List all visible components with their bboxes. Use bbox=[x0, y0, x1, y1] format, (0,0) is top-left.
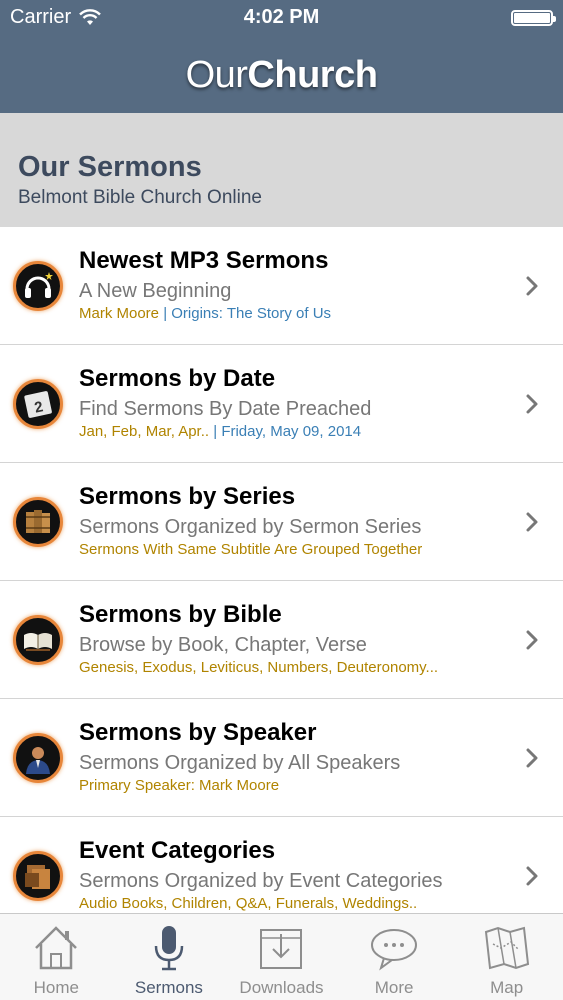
chevron-right-icon bbox=[526, 276, 538, 296]
app-title-part2: Church bbox=[247, 54, 378, 96]
chat-bubble-icon bbox=[371, 929, 418, 971]
list-item-subtitle: Find Sermons By Date Preached bbox=[79, 398, 372, 420]
tab-label: Home bbox=[33, 978, 79, 997]
list-item-by-date[interactable]: 2 Sermons by Date Find Sermons By Date P… bbox=[0, 345, 563, 463]
list-item-meta: Audio Books, Children, Q&A, Funerals, We… bbox=[79, 895, 417, 912]
sermon-category-list: Newest MP3 Sermons A New Beginning Mark … bbox=[0, 227, 563, 935]
status-bar: Carrier 4:02 PM bbox=[0, 0, 563, 38]
list-item-subtitle: Browse by Book, Chapter, Verse bbox=[79, 634, 367, 656]
meta-description: Sermons With Same Subtitle Are Grouped T… bbox=[79, 541, 423, 558]
list-item-title: Sermons by Bible bbox=[79, 601, 282, 628]
list-item-meta: Mark Moore | Origins: The Story of Us bbox=[79, 305, 331, 322]
app-title-part1: Our bbox=[185, 54, 248, 96]
home-icon bbox=[35, 926, 78, 970]
books-icon bbox=[13, 497, 63, 547]
tab-label: Downloads bbox=[239, 978, 324, 997]
list-item-meta: Sermons With Same Subtitle Are Grouped T… bbox=[79, 541, 422, 558]
chevron-right-icon bbox=[526, 512, 538, 532]
tab-label: Map bbox=[490, 978, 524, 997]
meta-months: Jan, Feb, Mar, Apr.. bbox=[79, 423, 210, 440]
section-title: Our Sermons bbox=[18, 151, 202, 183]
meta-books: Genesis, Exodus, Leviticus, Numbers, Deu… bbox=[79, 659, 439, 676]
meta-categories: Audio Books, Children, Q&A, Funerals, We… bbox=[79, 895, 418, 912]
list-item-subtitle: Sermons Organized by All Speakers bbox=[79, 752, 401, 774]
headphones-icon bbox=[13, 261, 63, 311]
list-item-by-bible[interactable]: Sermons by Bible Browse by Book, Chapter… bbox=[0, 581, 563, 699]
list-item-subtitle: A New Beginning bbox=[79, 280, 232, 302]
list-item-by-speaker[interactable]: Sermons by Speaker Sermons Organized by … bbox=[0, 699, 563, 817]
status-time: 4:02 PM bbox=[243, 6, 320, 28]
meta-separator: | bbox=[159, 305, 172, 322]
app-title: OurChurch bbox=[0, 54, 563, 97]
chevron-right-icon bbox=[526, 866, 538, 886]
map-icon bbox=[484, 926, 529, 970]
meta-series: Origins: The Story of Us bbox=[171, 305, 332, 322]
navigation-bar: Carrier 4:02 PM OurChurch bbox=[0, 0, 563, 113]
list-item-meta: Jan, Feb, Mar, Apr.. | Friday, May 09, 2… bbox=[79, 423, 361, 440]
folders-icon bbox=[13, 851, 63, 901]
tab-more[interactable]: More bbox=[338, 914, 451, 1000]
battery-icon bbox=[511, 10, 556, 26]
tab-map[interactable]: Map bbox=[450, 914, 563, 1000]
chevron-right-icon bbox=[526, 394, 538, 414]
meta-separator: | bbox=[209, 423, 222, 440]
open-bible-icon bbox=[13, 615, 63, 665]
list-item-title: Sermons by Speaker bbox=[79, 719, 317, 746]
section-subtitle: Belmont Bible Church Online bbox=[18, 187, 262, 208]
list-item-title: Newest MP3 Sermons bbox=[79, 247, 329, 274]
tab-downloads[interactable]: Downloads bbox=[225, 914, 338, 1000]
tab-home[interactable]: Home bbox=[0, 914, 113, 1000]
meta-primary-speaker: Primary Speaker: Mark Moore bbox=[79, 777, 280, 794]
tab-label: Sermons bbox=[134, 978, 203, 997]
download-icon bbox=[260, 929, 303, 969]
list-item-title: Sermons by Series bbox=[79, 483, 296, 510]
list-item-newest-mp3[interactable]: Newest MP3 Sermons A New Beginning Mark … bbox=[0, 227, 563, 345]
meta-speaker: Mark Moore bbox=[79, 305, 160, 322]
microphone-icon bbox=[154, 926, 184, 971]
tab-label: More bbox=[374, 978, 414, 997]
list-item-meta: Genesis, Exodus, Leviticus, Numbers, Deu… bbox=[79, 659, 438, 676]
chevron-right-icon bbox=[526, 748, 538, 768]
list-item-subtitle: Sermons Organized by Event Categories bbox=[79, 870, 443, 892]
list-item-by-series[interactable]: Sermons by Series Sermons Organized by S… bbox=[0, 463, 563, 581]
list-item-subtitle: Sermons Organized by Sermon Series bbox=[79, 516, 422, 538]
meta-date: Friday, May 09, 2014 bbox=[221, 423, 362, 440]
section-header: Our Sermons Belmont Bible Church Online bbox=[0, 113, 563, 227]
list-item-title: Event Categories bbox=[79, 837, 276, 864]
chevron-right-icon bbox=[526, 630, 538, 650]
calendar-icon: 2 bbox=[13, 379, 63, 429]
list-item-meta: Primary Speaker: Mark Moore bbox=[79, 777, 279, 794]
tab-bar: Home Sermons Downloads More Map bbox=[0, 913, 563, 1000]
tab-sermons[interactable]: Sermons bbox=[113, 914, 226, 1000]
speaker-icon bbox=[13, 733, 63, 783]
list-item-title: Sermons by Date bbox=[79, 365, 276, 392]
